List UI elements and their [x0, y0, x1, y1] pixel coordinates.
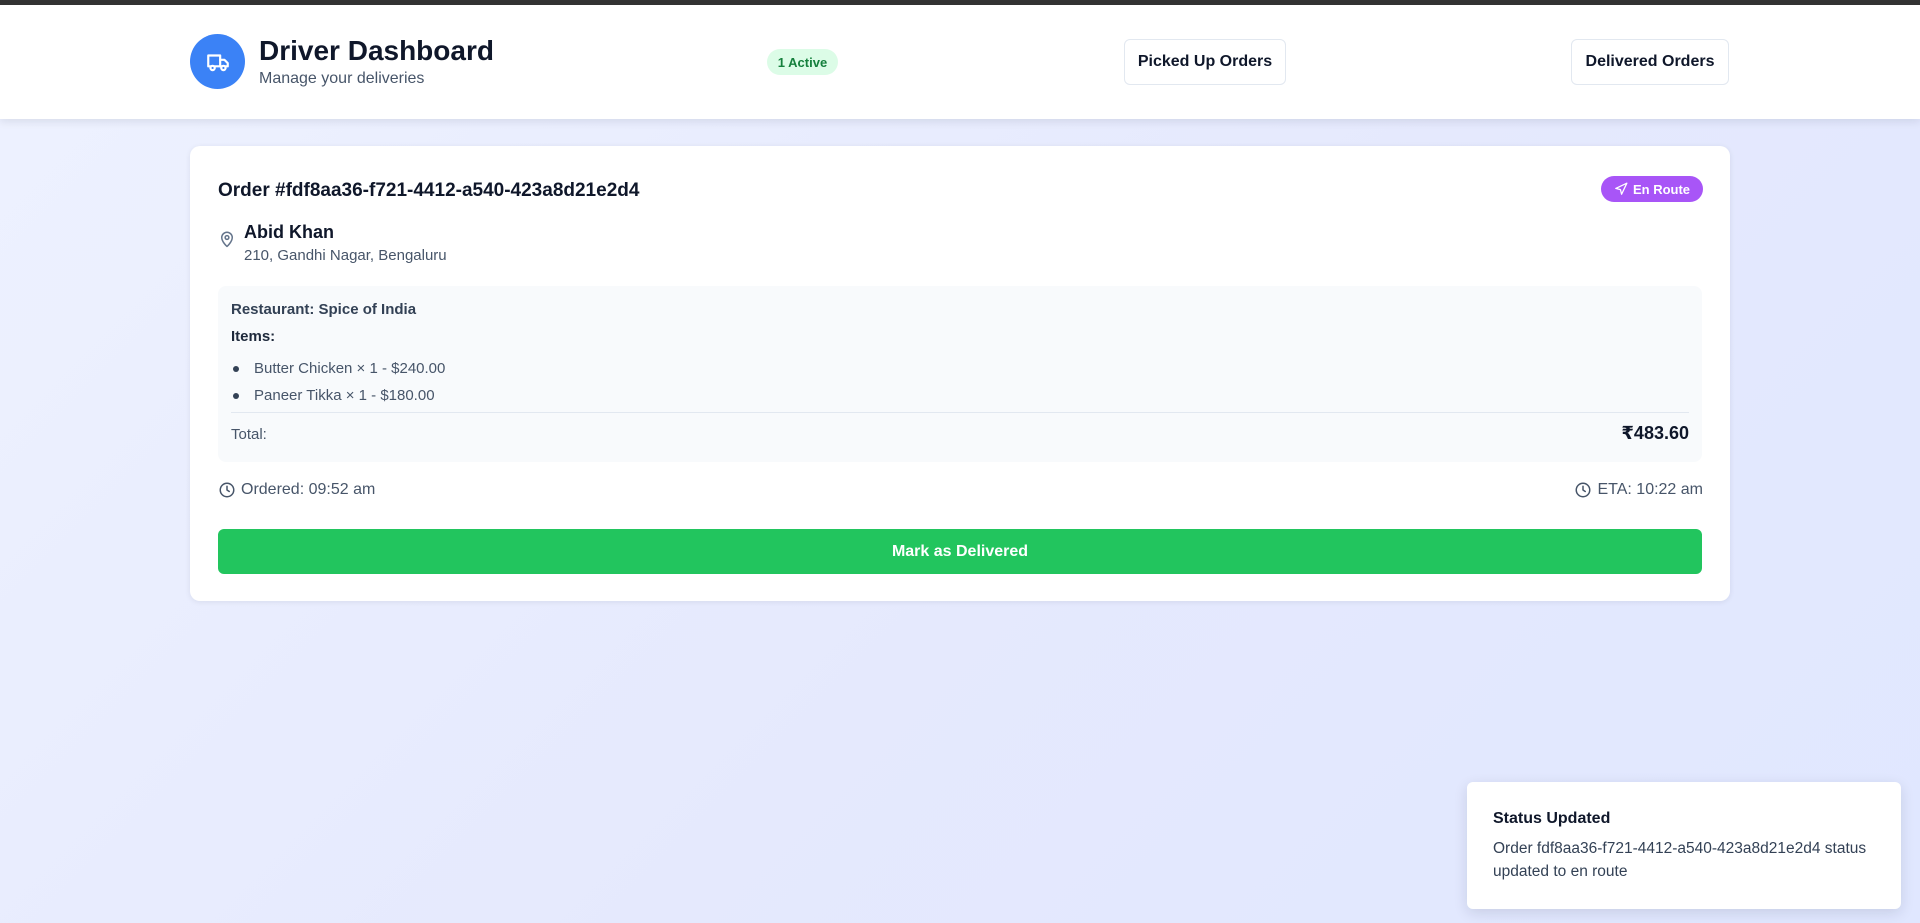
navigation-arrow-icon [1615, 182, 1628, 195]
total-label: Total: [231, 426, 267, 443]
list-item: Paneer Tikka × 1 - $180.00 [231, 382, 445, 409]
eta-time-label: ETA: 10:22 am [1597, 481, 1703, 498]
order-title: Order #fdf8aa36-f721-4412-a540-423a8d21e… [218, 180, 640, 201]
status-label: En Route [1632, 181, 1691, 197]
divider [231, 412, 1689, 413]
customer-address: 210, Gandhi Nagar, Bengaluru [244, 247, 447, 264]
delivered-orders-button[interactable]: Delivered Orders [1571, 39, 1729, 85]
clock-icon [1575, 482, 1591, 498]
truck-icon [190, 34, 245, 89]
ordered-time: Ordered: 09:52 am [218, 481, 375, 499]
map-pin-icon [221, 231, 233, 248]
total-value: ₹483.60 [1621, 423, 1689, 443]
app-header: Driver Dashboard Manage your deliveries … [0, 5, 1920, 119]
order-details-panel: Restaurant: Spice of India Items: Butter… [218, 286, 1702, 462]
ordered-time-label: Ordered: 09:52 am [241, 481, 376, 498]
customer-info: Abid Khan 210, Gandhi Nagar, Bengaluru [218, 220, 447, 267]
list-item: Butter Chicken × 1 - $240.00 [231, 355, 445, 382]
toast-notification[interactable]: Status Updated Order fdf8aa36-f721-4412-… [1467, 782, 1901, 909]
eta-time: ETA: 10:22 am [1574, 481, 1703, 499]
toast-title: Status Updated [1493, 810, 1611, 827]
items-heading: Items: [231, 328, 276, 345]
mark-as-delivered-button[interactable]: Mark as Delivered [218, 529, 1702, 574]
order-card: Order #fdf8aa36-f721-4412-a540-423a8d21e… [190, 146, 1730, 601]
page-subtitle: Manage your deliveries [259, 70, 425, 87]
clock-icon [219, 482, 235, 498]
page-title: Driver Dashboard [259, 35, 494, 66]
customer-name: Abid Khan [244, 222, 334, 242]
restaurant-name: Restaurant: Spice of India [231, 301, 417, 318]
brand: Driver Dashboard Manage your deliveries [190, 34, 494, 89]
item-list: Butter Chicken × 1 - $240.00 Paneer Tikk… [231, 355, 445, 409]
status-badge: En Route [1601, 176, 1703, 202]
picked-up-orders-button[interactable]: Picked Up Orders [1124, 39, 1286, 85]
toast-message: Order fdf8aa36-f721-4412-a540-423a8d21e2… [1493, 840, 1867, 880]
active-count-badge: 1 Active [767, 49, 838, 75]
